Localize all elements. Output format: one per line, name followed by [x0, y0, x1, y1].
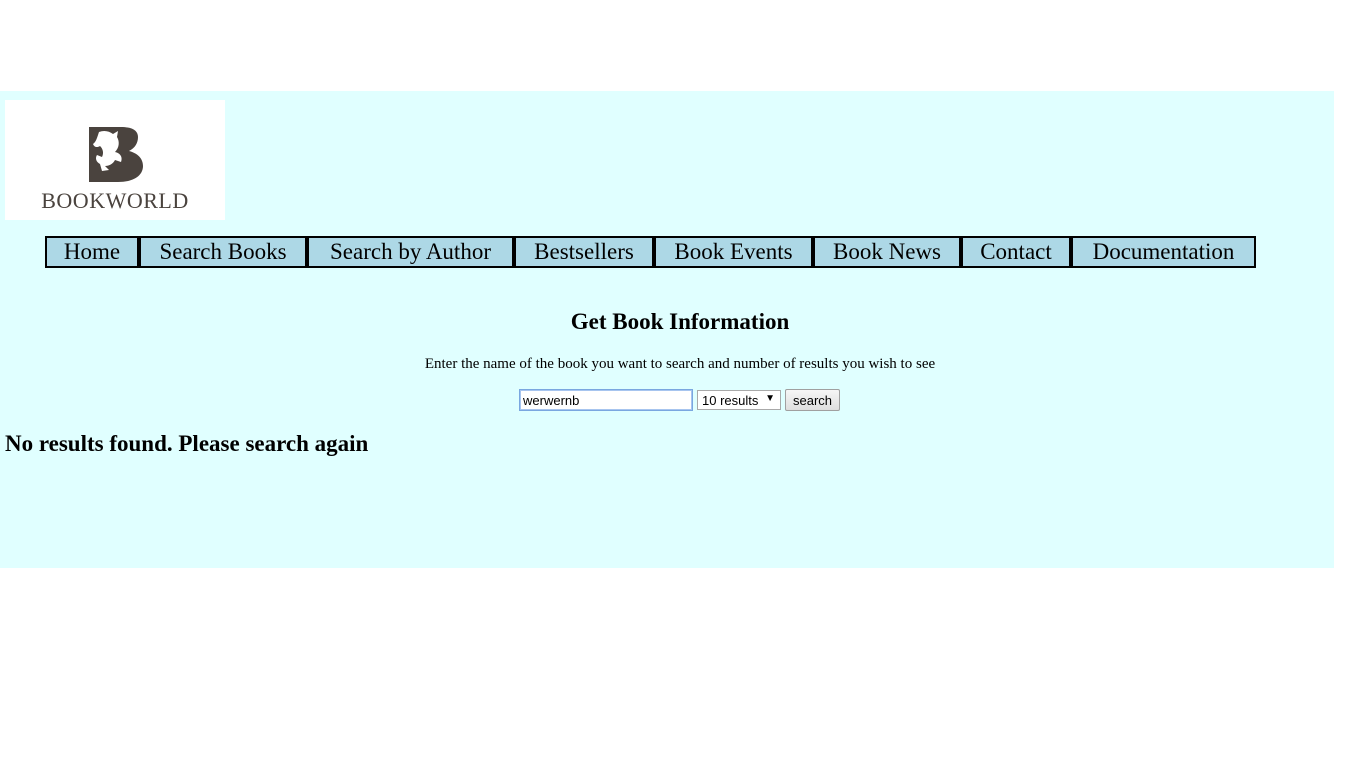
nav-item-home[interactable]: Home — [47, 238, 137, 266]
nav-item-book-events[interactable]: Book Events — [656, 238, 811, 266]
search-form: 10 results ▼ search — [519, 388, 841, 412]
nav-item-search-by-author[interactable]: Search by Author — [309, 238, 512, 266]
main-content: BookWorld Home Search Books Search by Au… — [0, 91, 1334, 568]
dropdown-arrow-icon: ▼ — [765, 393, 775, 404]
nav-item-bestsellers[interactable]: Bestsellers — [516, 238, 652, 266]
search-button[interactable]: search — [785, 389, 841, 411]
main-nav: Home Search Books Search by Author Bests… — [45, 236, 1256, 268]
page-title: Get Book Information — [570, 309, 790, 334]
nav-item-documentation[interactable]: Documentation — [1073, 238, 1254, 266]
nav-item-contact[interactable]: Contact — [963, 238, 1069, 266]
logo-text: BookWorld — [41, 188, 189, 213]
no-results-message: No results found. Please search again — [5, 431, 369, 456]
search-instructions: Enter the name of the book you want to s… — [424, 356, 936, 372]
results-count-value: 10 results — [702, 392, 759, 408]
nav-item-book-news[interactable]: Book News — [815, 238, 959, 266]
bookworld-logo[interactable]: BookWorld — [5, 100, 225, 220]
results-count-select[interactable]: 10 results ▼ — [697, 390, 781, 410]
search-input[interactable] — [519, 389, 693, 411]
nav-item-search-books[interactable]: Search Books — [141, 238, 305, 266]
